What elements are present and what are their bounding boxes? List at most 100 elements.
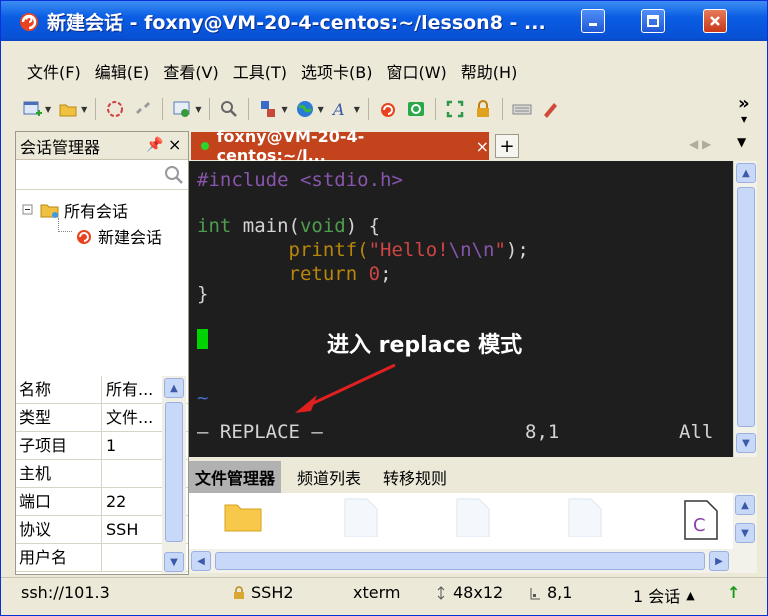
file-icon[interactable] bbox=[567, 497, 603, 537]
c-source-file-icon[interactable]: C bbox=[683, 499, 719, 541]
collapse-icon[interactable] bbox=[22, 204, 34, 216]
tree-connector bbox=[58, 218, 72, 232]
protocol-label: SSH2 bbox=[251, 583, 294, 602]
globe-icon[interactable] bbox=[294, 98, 316, 120]
prop-key: 端口 bbox=[16, 488, 102, 515]
tab-scroll-arrows-icon[interactable]: ◀ ▶ bbox=[689, 137, 711, 151]
scroll-thumb[interactable] bbox=[737, 187, 755, 427]
file-icon[interactable] bbox=[343, 497, 379, 537]
new-session-dropdown-icon[interactable]: ▼ bbox=[45, 105, 51, 114]
disconnect-icon[interactable] bbox=[132, 98, 154, 120]
include-header: <stdio.h> bbox=[299, 169, 403, 191]
options-dropdown-icon[interactable]: ▼ bbox=[195, 105, 201, 114]
folder-icon[interactable] bbox=[223, 499, 263, 533]
scroll-left-icon[interactable]: ◀ bbox=[191, 551, 211, 571]
text-cursor bbox=[197, 329, 208, 349]
menu-help[interactable]: 帮助(H) bbox=[461, 59, 518, 83]
upload-arrow-icon[interactable]: ↑ bbox=[727, 583, 740, 602]
pen-icon[interactable] bbox=[539, 98, 561, 120]
toolbar: ▼ ▼ ▼ ▼ ▼ A ▼ bbox=[21, 93, 561, 125]
number-literal: 0 bbox=[368, 263, 381, 285]
scroll-thumb[interactable] bbox=[215, 552, 705, 570]
add-tab-button[interactable]: + bbox=[495, 134, 519, 158]
session-search[interactable] bbox=[16, 160, 188, 190]
title-bar[interactable]: 新建会话 - foxny@VM-20-4-centos:~/lesson8 - … bbox=[1, 1, 767, 41]
menu-window[interactable]: 窗口(W) bbox=[386, 59, 446, 83]
transfer-icon[interactable] bbox=[257, 98, 279, 120]
file-manager-area: C bbox=[189, 493, 733, 549]
scroll-right-icon[interactable]: ▶ bbox=[709, 551, 729, 571]
pin-icon[interactable]: 📌 bbox=[146, 137, 163, 153]
scroll-down-icon[interactable]: ▼ bbox=[735, 523, 755, 543]
tree-item-new-session[interactable]: 新建会话 bbox=[74, 224, 162, 248]
tab-session[interactable]: foxny@VM-20-4-centos:~/l... × bbox=[191, 127, 489, 165]
session-tree: 所有会话 新建会话 bbox=[16, 190, 188, 376]
reconnect-icon[interactable] bbox=[104, 98, 126, 120]
minimize-button[interactable] bbox=[581, 9, 605, 33]
close-panel-icon[interactable]: × bbox=[168, 135, 181, 154]
lock-icon[interactable] bbox=[472, 98, 494, 120]
session-options-icon[interactable] bbox=[171, 98, 193, 120]
status-address: ssh://101.3 bbox=[21, 583, 110, 602]
open-folder-icon[interactable] bbox=[57, 98, 79, 120]
prop-key: 用户名 bbox=[16, 544, 102, 571]
svg-text:C: C bbox=[693, 515, 706, 536]
securefx-icon[interactable] bbox=[377, 98, 399, 120]
scroll-down-icon[interactable]: ▼ bbox=[736, 433, 756, 453]
keyboard-icon[interactable] bbox=[511, 98, 533, 120]
toolbar-separator bbox=[209, 98, 211, 120]
status-sessions[interactable]: 1 会话 ▲ bbox=[633, 583, 695, 607]
tab-list-dropdown-icon[interactable]: ▼ bbox=[737, 135, 746, 149]
tree-item-all-sessions[interactable]: 所有会话 bbox=[22, 198, 128, 222]
file-manager-hscrollbar[interactable]: ◀ ▶ bbox=[189, 549, 733, 573]
menu-file[interactable]: 文件(F) bbox=[27, 59, 81, 83]
prop-value: 22 bbox=[106, 492, 127, 511]
menu-edit[interactable]: 编辑(E) bbox=[95, 59, 150, 83]
scroll-up-icon[interactable]: ▲ bbox=[736, 163, 756, 183]
toolbar-overflow-dropdown-icon[interactable]: ▼ bbox=[741, 115, 747, 124]
maximize-button[interactable] bbox=[641, 9, 665, 33]
font-icon[interactable]: A bbox=[330, 98, 352, 120]
globe-dropdown-icon[interactable]: ▼ bbox=[318, 105, 324, 114]
code-punct: ) { bbox=[345, 215, 381, 237]
menu-tabs[interactable]: 选项卡(B) bbox=[301, 59, 372, 83]
terminal-view[interactable]: #include <stdio.h> int main(void) { prin… bbox=[189, 161, 733, 457]
close-button[interactable] bbox=[703, 9, 727, 33]
status-protocol: SSH2 bbox=[233, 583, 294, 602]
new-session-icon[interactable] bbox=[21, 98, 43, 120]
prop-value: 文件... bbox=[106, 408, 154, 427]
toolbar-separator bbox=[501, 98, 503, 120]
toolbar-overflow-icon[interactable]: » bbox=[738, 93, 750, 114]
code-punct: ; bbox=[380, 263, 392, 285]
code-line-3: int main(void) { bbox=[197, 215, 380, 237]
toolbar-separator bbox=[367, 98, 369, 120]
minimize-icon bbox=[589, 23, 597, 26]
scroll-up-icon[interactable]: ▲ bbox=[164, 378, 184, 398]
menu-tools[interactable]: 工具(T) bbox=[233, 59, 287, 83]
sftp-icon[interactable] bbox=[405, 98, 427, 120]
return-keyword: return bbox=[197, 263, 358, 285]
scroll-down-icon[interactable]: ▼ bbox=[164, 552, 184, 572]
scroll-up-icon[interactable]: ▲ bbox=[735, 495, 755, 515]
prop-key: 协议 bbox=[16, 516, 102, 543]
tab-file-manager[interactable]: 文件管理器 bbox=[189, 461, 282, 493]
status-terminal-type: xterm bbox=[353, 583, 401, 602]
file-manager-vscrollbar[interactable]: ▲ ▼ bbox=[733, 493, 757, 573]
prop-value: 1 bbox=[106, 436, 117, 455]
sessions-dropdown-icon[interactable]: ▲ bbox=[686, 589, 694, 602]
file-icon[interactable] bbox=[455, 497, 491, 537]
menu-view[interactable]: 查看(V) bbox=[163, 59, 218, 83]
fullscreen-icon[interactable] bbox=[444, 98, 466, 120]
tab-transfer-rules[interactable]: 转移规则 bbox=[377, 461, 453, 493]
annotation-arrow bbox=[295, 363, 396, 413]
tab-channel-list[interactable]: 频道列表 bbox=[291, 461, 367, 493]
tab-close-icon[interactable]: × bbox=[476, 137, 489, 156]
find-icon[interactable] bbox=[218, 98, 240, 120]
properties-scrollbar[interactable]: ▲ ▼ bbox=[162, 376, 186, 574]
securecrt-logo-icon bbox=[20, 13, 38, 31]
open-dropdown-icon[interactable]: ▼ bbox=[81, 105, 87, 114]
font-dropdown-icon[interactable]: ▼ bbox=[354, 105, 360, 114]
transfer-dropdown-icon[interactable]: ▼ bbox=[281, 105, 287, 114]
terminal-scrollbar[interactable]: ▲ ▼ bbox=[733, 161, 757, 457]
scroll-thumb[interactable] bbox=[165, 402, 183, 542]
